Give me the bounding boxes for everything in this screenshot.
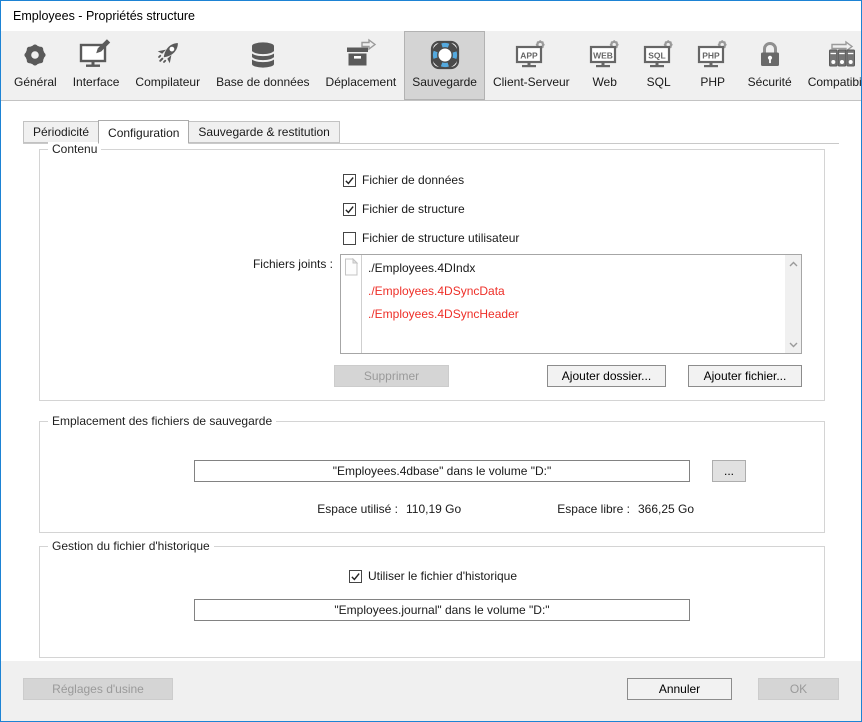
toolbar-item-securite[interactable]: Sécurité xyxy=(740,31,800,100)
toolbar-item-label: Général xyxy=(14,75,57,89)
gear-icon xyxy=(16,38,54,72)
toolbar-item-deplacement[interactable]: Déplacement xyxy=(318,31,405,100)
reglages-usine-button[interactable]: Réglages d'usine xyxy=(23,678,173,700)
ajouter-dossier-button[interactable]: Ajouter dossier... xyxy=(547,365,666,387)
toolbar-item-label: PHP xyxy=(700,75,725,89)
tab-periodicite[interactable]: Périodicité xyxy=(23,121,99,143)
list-item[interactable]: ./Employees.4DIndx xyxy=(363,257,784,280)
toolbar-item-label: Base de données xyxy=(216,75,309,89)
monitor-web-gear-icon: WEB xyxy=(586,38,624,72)
box-arrow-icon xyxy=(342,38,380,72)
lifebuoy-icon xyxy=(426,38,464,72)
list-icon-column xyxy=(341,255,362,353)
toolbar-item-label: Web xyxy=(592,75,616,89)
titlebar: Employees - Propriétés structure xyxy=(1,1,861,31)
lock-icon xyxy=(751,38,789,72)
monitor-screen-text: SQL xyxy=(648,51,665,61)
toolbar-item-web[interactable]: WEB Web xyxy=(578,31,632,100)
browse-button[interactable]: ... xyxy=(712,460,746,482)
monitor-screen-text: PHP xyxy=(702,51,720,61)
checkbox-utiliser-historique[interactable]: Utiliser le fichier d'historique xyxy=(349,569,517,583)
checkbox-box xyxy=(343,174,356,187)
group-historique: Gestion du fichier d'historique Utiliser… xyxy=(39,546,825,658)
journal-location-field[interactable]: "Employees.journal" dans le volume "D:" xyxy=(194,599,690,621)
toolbar-item-sauvegarde[interactable]: Sauvegarde xyxy=(404,31,485,100)
toolbar-item-label: Client-Serveur xyxy=(493,75,570,89)
ajouter-fichier-button[interactable]: Ajouter fichier... xyxy=(688,365,802,387)
toolbar-item-general[interactable]: Général xyxy=(6,31,65,100)
footer-bar: Réglages d'usine Annuler OK xyxy=(1,661,861,721)
toolbar-item-label: Interface xyxy=(73,75,120,89)
espace-utilise-value: 110,19 Go xyxy=(406,502,461,516)
toolbar-item-label: Compilateur xyxy=(135,75,200,89)
monitor-app-gear-icon: APP xyxy=(512,38,550,72)
toolbar-item-base-de-donnees[interactable]: Base de données xyxy=(208,31,317,100)
toolbar-item-compilateur[interactable]: Compilateur xyxy=(127,31,208,100)
toolbar-item-label: Sécurité xyxy=(748,75,792,89)
list-item[interactable]: ./Employees.4DSyncData xyxy=(363,280,784,303)
checkbox-box xyxy=(343,203,356,216)
structure-properties-dialog: Employees - Propriétés structure Général xyxy=(0,0,862,722)
toolbar-item-client-serveur[interactable]: APP Client-Serveur xyxy=(485,31,578,100)
toolbar-item-php[interactable]: PHP PHP xyxy=(686,31,740,100)
supprimer-button[interactable]: Supprimer xyxy=(334,365,449,387)
tab-sauvegarde-restitution[interactable]: Sauvegarde & restitution xyxy=(188,121,339,143)
scroll-down-icon[interactable] xyxy=(785,337,801,352)
checkbox-label: Utiliser le fichier d'historique xyxy=(368,569,517,583)
espace-libre-value: 366,25 Go xyxy=(638,502,694,516)
binders-arrow-icon xyxy=(823,38,861,72)
tab-strip: Périodicité Configuration Sauvegarde & r… xyxy=(23,121,839,144)
monitor-sql-gear-icon: SQL xyxy=(640,38,678,72)
vertical-scrollbar[interactable] xyxy=(785,255,801,353)
checkbox-fichier-structure[interactable]: Fichier de structure xyxy=(343,202,465,216)
toolbar-item-label: Compatibilité xyxy=(808,75,862,89)
list-item[interactable]: ./Employees.4DSyncHeader xyxy=(363,303,784,326)
toolbar-item-interface[interactable]: Interface xyxy=(65,31,128,100)
checkbox-fichier-donnees[interactable]: Fichier de données xyxy=(343,173,464,187)
rocket-icon xyxy=(149,38,187,72)
toolbar-item-label: Sauvegarde xyxy=(412,75,477,89)
window-title: Employees - Propriétés structure xyxy=(13,1,195,31)
group-contenu: Contenu Fichier de données Fichier de st… xyxy=(39,149,825,401)
document-icon xyxy=(343,258,359,276)
checkbox-label: Fichier de structure utilisateur xyxy=(362,231,519,245)
checkbox-label: Fichier de structure xyxy=(362,202,465,216)
ok-button[interactable]: OK xyxy=(758,678,839,700)
checkbox-box xyxy=(349,570,362,583)
tab-configuration[interactable]: Configuration xyxy=(98,120,189,144)
monitor-screen-text: WEB xyxy=(593,51,613,61)
toolbar-item-label: Déplacement xyxy=(326,75,397,89)
checkbox-fichier-structure-utilisateur[interactable]: Fichier de structure utilisateur xyxy=(343,231,519,245)
espace-utilise-label: Espace utilisé : xyxy=(248,502,398,516)
fichiers-joints-label: Fichiers joints : xyxy=(190,257,333,271)
annuler-button[interactable]: Annuler xyxy=(627,678,732,700)
group-title: Emplacement des fichiers de sauvegarde xyxy=(48,414,276,428)
group-emplacement: Emplacement des fichiers de sauvegarde "… xyxy=(39,421,825,533)
database-icon xyxy=(244,38,282,72)
checkbox-box xyxy=(343,232,356,245)
toolbar: Général Interface xyxy=(1,31,861,101)
toolbar-item-compatibilite[interactable]: Compatibilité xyxy=(800,31,862,100)
monitor-pencil-icon xyxy=(77,38,115,72)
toolbar-item-label: SQL xyxy=(647,75,671,89)
group-title: Gestion du fichier d'historique xyxy=(48,539,214,553)
checkbox-label: Fichier de données xyxy=(362,173,464,187)
list-rows: ./Employees.4DIndx ./Employees.4DSyncDat… xyxy=(363,257,784,326)
scroll-up-icon[interactable] xyxy=(785,256,801,271)
monitor-php-gear-icon: PHP xyxy=(694,38,732,72)
attached-files-list[interactable]: ./Employees.4DIndx ./Employees.4DSyncDat… xyxy=(340,254,802,354)
monitor-screen-text: APP xyxy=(521,51,539,61)
group-title: Contenu xyxy=(48,142,101,156)
espace-libre-label: Espace libre : xyxy=(510,502,630,516)
toolbar-item-sql[interactable]: SQL SQL xyxy=(632,31,686,100)
backup-location-field[interactable]: "Employees.4dbase" dans le volume "D:" xyxy=(194,460,690,482)
